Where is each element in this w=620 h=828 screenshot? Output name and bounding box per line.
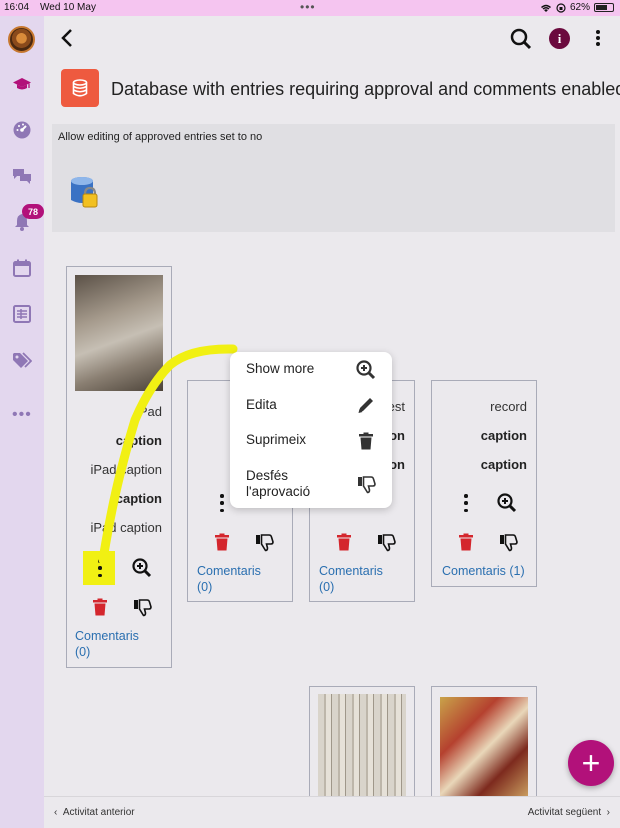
next-activity-label: Activitat següent: [527, 807, 602, 818]
approval-info-text: Allow editing of approved entries set to…: [58, 131, 263, 143]
wifi-icon: [540, 4, 551, 12]
field-value: caption: [115, 491, 162, 506]
previous-activity-link[interactable]: ‹ Activitat anterior: [54, 807, 135, 818]
thumbs-down-icon[interactable]: [376, 532, 396, 552]
notification-count-badge: 78: [22, 204, 44, 219]
field-value: iPad caption: [90, 462, 162, 477]
entry-card-5: [309, 686, 415, 806]
database-icon: [61, 69, 99, 107]
orientation-lock-icon: [556, 2, 566, 13]
trash-icon[interactable]: [356, 431, 376, 451]
comments-label: Comentaris: [75, 629, 139, 643]
zoom-in-icon[interactable]: [132, 558, 152, 578]
battery-fill: [596, 5, 608, 10]
thumbs-down-icon[interactable]: [356, 474, 376, 494]
previous-activity-label: Activitat anterior: [62, 807, 135, 818]
field-value: record: [490, 399, 527, 414]
field-value: caption: [115, 433, 162, 448]
thumbs-down-icon[interactable]: [132, 597, 152, 617]
locked-database-icon: [68, 176, 100, 210]
comments-label: Comentaris: [319, 564, 383, 578]
comments-count: (0): [197, 580, 213, 594]
tags-icon[interactable]: [12, 350, 32, 370]
grades-table-icon[interactable]: [12, 304, 32, 324]
menu-item-unapprove[interactable]: Desfés l'aprovació: [246, 468, 330, 500]
thumbs-down-icon[interactable]: [498, 532, 518, 552]
trash-icon[interactable]: [90, 597, 110, 617]
battery-percent: 62%: [569, 2, 590, 13]
status-date: Wed 10 May: [40, 2, 96, 13]
chat-bubbles-icon[interactable]: [12, 166, 32, 186]
status-time: 16:04: [4, 2, 30, 13]
zoom-in-icon[interactable]: [497, 493, 517, 513]
chevron-right-icon: ›: [601, 807, 610, 818]
trash-icon[interactable]: [212, 532, 232, 552]
next-activity-link[interactable]: Activitat següent ›: [528, 807, 610, 818]
calendar-icon[interactable]: [12, 258, 32, 278]
pencil-icon[interactable]: [356, 395, 376, 415]
add-entry-button[interactable]: +: [568, 740, 614, 786]
entry-card-6: [431, 686, 537, 806]
entry-card-1: iPad caption iPad caption caption iPad c…: [66, 266, 172, 668]
site-logo-avatar[interactable]: [8, 26, 35, 53]
comments-count: (0): [319, 580, 335, 594]
page-title: Database with entries requiring approval…: [111, 79, 620, 99]
comments-count: (0): [75, 645, 91, 659]
status-right: 62%: [540, 2, 614, 13]
entry-actions-menu: Show more Edita Suprimeix Desfés l'aprov…: [230, 352, 392, 508]
chevron-left-icon: ‹: [54, 807, 63, 818]
thumbs-down-icon[interactable]: [254, 532, 274, 552]
entry-actions-kebab[interactable]: [95, 559, 105, 577]
activity-info-box: Allow editing of approved entries set to…: [52, 124, 615, 232]
field-value: iPad: [135, 404, 162, 419]
entry-image[interactable]: [440, 697, 528, 805]
field-value: iPad caption: [90, 520, 162, 535]
search-button[interactable]: [510, 28, 532, 50]
entry-card-4: record caption caption Comentaris (1): [431, 380, 537, 587]
activity-nav-footer: ‹ Activitat anterior Activitat següent ›: [44, 796, 620, 828]
comments-label: Comentaris: [197, 564, 261, 578]
comments-link[interactable]: Comentaris (1): [442, 563, 525, 579]
entry-image[interactable]: [75, 275, 163, 391]
header-kebab-menu[interactable]: [590, 28, 606, 48]
entry-actions-kebab[interactable]: [461, 494, 471, 512]
zoom-in-icon[interactable]: [356, 360, 376, 380]
sidebar: 78 •••: [0, 16, 44, 828]
trash-icon[interactable]: [456, 532, 476, 552]
entry-actions-kebab[interactable]: [217, 494, 227, 512]
field-value: caption: [480, 457, 527, 472]
menu-item-show-more[interactable]: Show more: [246, 361, 314, 377]
comments-link[interactable]: Comentaris (0): [319, 563, 383, 595]
comments-link[interactable]: Comentaris (0): [75, 628, 139, 660]
battery-icon: [594, 3, 614, 12]
search-icon: [510, 28, 532, 50]
dashboard-gauge-icon[interactable]: [12, 120, 32, 140]
menu-item-delete[interactable]: Suprimeix: [246, 432, 306, 448]
back-button[interactable]: [58, 28, 78, 48]
trash-icon[interactable]: [334, 532, 354, 552]
multitask-dots[interactable]: •••: [300, 0, 316, 14]
entry-image[interactable]: [318, 694, 406, 804]
info-button[interactable]: i: [549, 28, 570, 49]
graduation-cap-icon[interactable]: [12, 74, 32, 94]
chevron-left-icon: [61, 29, 72, 47]
field-value: caption: [480, 428, 527, 443]
more-menu-button[interactable]: •••: [12, 406, 32, 424]
comments-link[interactable]: Comentaris (0): [197, 563, 261, 595]
menu-item-edit[interactable]: Edita: [246, 397, 277, 413]
status-bar: 16:04 Wed 10 May ••• 62%: [0, 0, 620, 16]
